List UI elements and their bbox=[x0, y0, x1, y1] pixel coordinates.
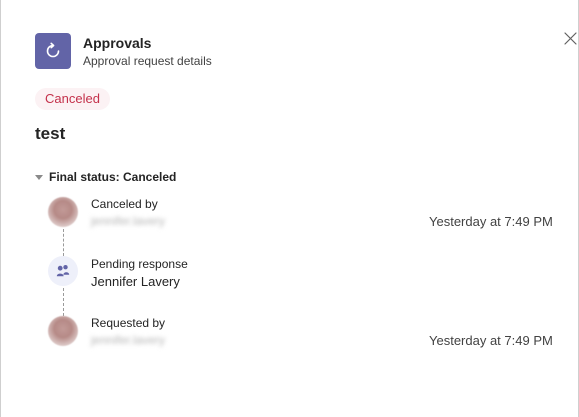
avatar bbox=[48, 316, 78, 346]
app-title: Approvals bbox=[83, 35, 152, 51]
final-status-label: Final status: Canceled bbox=[49, 170, 177, 184]
approval-details-dialog: Approvals Approval request details Cance… bbox=[0, 0, 579, 417]
timeline-name: jennifer.lavery bbox=[91, 333, 166, 347]
timeline-name: Jennifer Lavery bbox=[91, 274, 180, 289]
timeline-connector bbox=[63, 288, 64, 316]
close-icon bbox=[564, 32, 577, 45]
timeline-name: jennifer.lavery bbox=[91, 214, 166, 228]
timeline-label: Requested by bbox=[91, 316, 166, 330]
caret-down-icon bbox=[35, 174, 43, 180]
timeline-timestamp: Yesterday at 7:49 PM bbox=[429, 214, 553, 229]
timeline-label: Canceled by bbox=[91, 197, 158, 211]
close-button[interactable] bbox=[561, 29, 579, 49]
final-status-toggle[interactable]: Final status: Canceled bbox=[35, 170, 176, 184]
request-title: test bbox=[35, 124, 66, 143]
status-badge: Canceled bbox=[35, 88, 110, 110]
people-icon bbox=[48, 256, 78, 286]
timeline-connector bbox=[63, 229, 64, 256]
avatar bbox=[48, 197, 78, 227]
app-subtitle: Approval request details bbox=[83, 54, 212, 68]
timeline-timestamp: Yesterday at 7:49 PM bbox=[429, 333, 553, 348]
approvals-icon bbox=[35, 33, 71, 69]
timeline-label: Pending response bbox=[91, 257, 188, 271]
